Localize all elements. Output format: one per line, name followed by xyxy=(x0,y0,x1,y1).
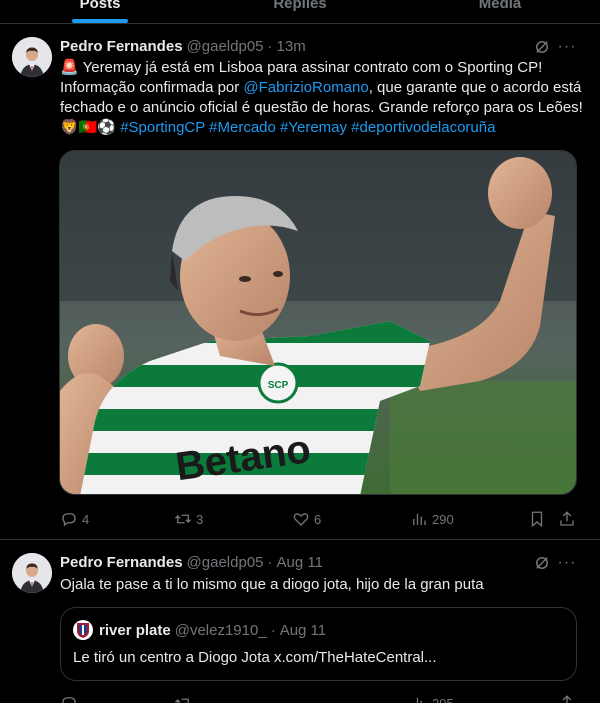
quoted-tweet-text: Le tiró un centro a Diogo Jota x.com/The… xyxy=(73,649,437,666)
author-name[interactable]: Pedro Fernandes xyxy=(60,38,183,55)
author-handle[interactable]: @gaeldp05 xyxy=(187,38,264,55)
more-options-icon[interactable]: ··· xyxy=(557,37,577,57)
tab-replies[interactable]: Replies xyxy=(200,0,400,23)
repost-icon xyxy=(175,698,189,703)
tweet-text: 🚨 Yeremay já está em Lisboa para assinar… xyxy=(60,58,584,138)
tab-replies-label: Replies xyxy=(273,0,327,12)
view-count: 290 xyxy=(432,511,454,527)
grok-icon[interactable] xyxy=(532,37,552,57)
repost-button[interactable] xyxy=(174,693,192,703)
reply-count: 4 xyxy=(82,511,90,527)
quoted-tweet-header: river plate @velez1910_ · Aug 11 xyxy=(73,620,326,640)
share-icon xyxy=(562,695,572,703)
tab-media-label: Media xyxy=(478,0,522,12)
reply-icon xyxy=(62,697,76,703)
share-icon xyxy=(560,511,574,526)
timestamp[interactable]: Aug 11 xyxy=(277,554,323,571)
mention-link[interactable]: @FabrizioRomano xyxy=(243,79,368,96)
bookmark-icon xyxy=(531,511,543,528)
share-button[interactable] xyxy=(558,693,576,703)
quoted-author-name: river plate xyxy=(99,621,171,639)
more-options-icon[interactable]: ··· xyxy=(557,553,577,573)
quoted-author-handle: @velez1910_ xyxy=(174,621,267,639)
author-name[interactable]: Pedro Fernandes xyxy=(60,554,183,571)
separator-dot: · xyxy=(267,37,273,55)
separator-dot: · xyxy=(270,621,276,639)
avatar[interactable] xyxy=(12,37,52,77)
repost-icon xyxy=(175,514,191,524)
like-button[interactable]: 6 xyxy=(292,509,321,529)
views-button[interactable]: 295 xyxy=(410,693,454,703)
player-photo: SCP Betano xyxy=(60,151,576,494)
tweet-text: Ojala te pase a ti lo mismo que a diogo … xyxy=(60,576,484,593)
hashtags[interactable]: #SportingCP #Mercado #Yeremay #deportivo… xyxy=(120,119,495,136)
tweet-image[interactable]: SCP Betano xyxy=(59,150,577,495)
tab-media[interactable]: Media xyxy=(400,0,600,23)
views-icon xyxy=(413,697,422,703)
badge-text: SCP xyxy=(268,380,289,391)
profile-tabs: Posts Replies Media xyxy=(0,0,600,24)
repost-button[interactable]: 3 xyxy=(174,509,203,529)
tweet-header: Pedro Fernandes @gaeldp05 · Aug 11 xyxy=(60,552,323,572)
tab-posts[interactable]: Posts xyxy=(0,0,200,23)
heart-icon xyxy=(293,513,309,526)
timestamp[interactable]: 13m xyxy=(277,38,306,55)
tweet-header: Pedro Fernandes @gaeldp05 · 13m xyxy=(60,36,306,56)
repost-count: 3 xyxy=(196,511,204,527)
reply-button[interactable]: 4 xyxy=(60,509,89,529)
views-button[interactable]: 290 xyxy=(410,509,454,529)
tweet[interactable]: Pedro Fernandes @gaeldp05 · 13m ··· 🚨 Ye… xyxy=(0,25,600,540)
reply-button[interactable] xyxy=(60,693,78,703)
like-count: 6 xyxy=(314,511,322,527)
quoted-avatar xyxy=(73,620,93,640)
view-count: 295 xyxy=(432,695,454,703)
active-tab-indicator xyxy=(72,19,128,23)
tweet-actions: 4 3 6 290 xyxy=(60,509,580,529)
tweet-actions: 295 xyxy=(60,693,580,703)
bookmark-button[interactable] xyxy=(528,509,546,529)
author-handle[interactable]: @gaeldp05 xyxy=(187,554,264,571)
grok-icon[interactable] xyxy=(532,553,552,573)
tab-posts-label: Posts xyxy=(79,0,121,12)
avatar[interactable] xyxy=(12,553,52,593)
quoted-timestamp: Aug 11 xyxy=(279,621,327,639)
reply-icon xyxy=(62,513,76,527)
separator-dot: · xyxy=(267,553,273,571)
share-button[interactable] xyxy=(558,509,576,529)
views-icon xyxy=(413,513,426,525)
emoji-group: 🦁🇵🇹⚽ xyxy=(60,119,117,136)
tweet[interactable]: Pedro Fernandes @gaeldp05 · Aug 11 ··· O… xyxy=(0,541,600,703)
quoted-tweet[interactable]: river plate @velez1910_ · Aug 11 Le tiró… xyxy=(60,607,577,681)
siren-emoji: 🚨 xyxy=(60,59,79,76)
